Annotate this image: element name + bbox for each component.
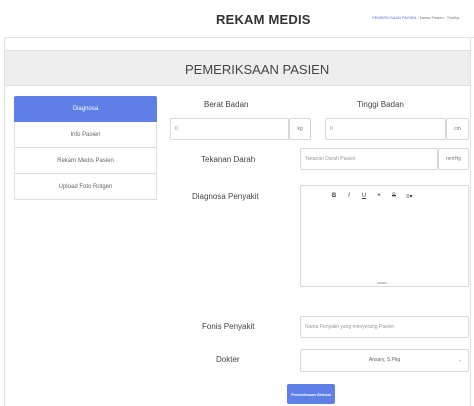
tekanan-darah-placeholder: Tekanan Darah Pasien xyxy=(305,156,356,162)
breadcrumb-link[interactable]: PEMERIKSAAN PASIEN xyxy=(372,15,416,20)
nav-item-info-pasien[interactable]: Info Pasien xyxy=(14,122,157,148)
fonis-penyakit-input[interactable]: Nama Penyakit yang menyerang Pasien xyxy=(300,316,469,338)
dokter-select[interactable]: Ansary, S.Pkg ⌄ xyxy=(300,349,469,372)
frame-border-left xyxy=(4,38,5,406)
nav-item-label: Upload Foto Rotgen xyxy=(58,183,113,190)
bold-button[interactable]: B xyxy=(331,193,337,200)
editor-resize-handle[interactable] xyxy=(377,282,387,284)
nav-item-label: Info Pasien xyxy=(70,131,101,138)
nav-item-label: Diagnosa xyxy=(72,106,99,112)
editor-toolbar: B I U ❝ S ≡▾ xyxy=(331,193,413,200)
tinggi-badan-input[interactable]: 0 xyxy=(325,118,446,140)
tekanan-darah-label: Tekanan Darah xyxy=(201,155,256,164)
nav-item-upload-foto-rotgen[interactable]: Upload Foto Rotgen xyxy=(14,174,157,200)
tekanan-darah-unit: mmHg xyxy=(438,148,469,170)
fonis-penyakit-placeholder: Nama Penyakit yang menyerang Pasien xyxy=(305,324,395,330)
frame-border-right xyxy=(470,38,471,406)
underline-button[interactable]: U xyxy=(361,193,367,200)
dokter-label: Dokter xyxy=(216,355,240,364)
nav-item-label: Rekam Medis Pasien xyxy=(57,157,114,164)
breadcrumb-current: Nama Pasien : Shelby xyxy=(419,15,460,20)
berat-badan-input[interactable]: 0 xyxy=(170,118,289,140)
section-title: PEMERIKSAAN PASIEN xyxy=(185,62,330,77)
strikethrough-button[interactable]: S xyxy=(391,193,397,200)
pemeriksaan-selesai-button[interactable]: Pemeriksaan Selesai xyxy=(287,384,335,404)
diagnosa-editor[interactable]: B I U ❝ S ≡▾ xyxy=(300,185,469,287)
dokter-selected-value: Ansary, S.Pkg xyxy=(368,357,401,363)
fonis-penyakit-label: Fonis Penyakit xyxy=(202,322,255,331)
tinggi-badan-unit: cm xyxy=(446,118,469,140)
nav-item-diagnosa[interactable]: Diagnosa xyxy=(14,96,157,122)
berat-badan-unit: kg xyxy=(289,118,311,140)
italic-button[interactable]: I xyxy=(346,193,352,200)
diagnosa-penyakit-label: Diagnosa Penyakit xyxy=(192,192,259,201)
chevron-down-icon: ⌄ xyxy=(457,357,462,363)
quote-button[interactable]: ❝ xyxy=(376,193,382,200)
berat-badan-label: Berat Badan xyxy=(204,100,249,109)
top-header: REKAM MEDIS PEMERIKSAAN PASIEN / Nama Pa… xyxy=(4,0,474,38)
tinggi-badan-label: Tinggi Badan xyxy=(357,100,404,109)
nav-item-rekam-medis-pasien[interactable]: Rekam Medis Pasien xyxy=(14,148,157,174)
app-title: REKAM MEDIS xyxy=(216,12,311,27)
side-nav: Diagnosa Info Pasien Rekam Medis Pasien … xyxy=(14,96,157,200)
tekanan-darah-input[interactable]: Tekanan Darah Pasien xyxy=(300,148,438,170)
section-header: PEMERIKSAAN PASIEN xyxy=(5,50,470,86)
list-dropdown-button[interactable]: ≡▾ xyxy=(406,193,413,200)
breadcrumb: PEMERIKSAAN PASIEN / Nama Pasien : Shelb… xyxy=(372,15,459,20)
